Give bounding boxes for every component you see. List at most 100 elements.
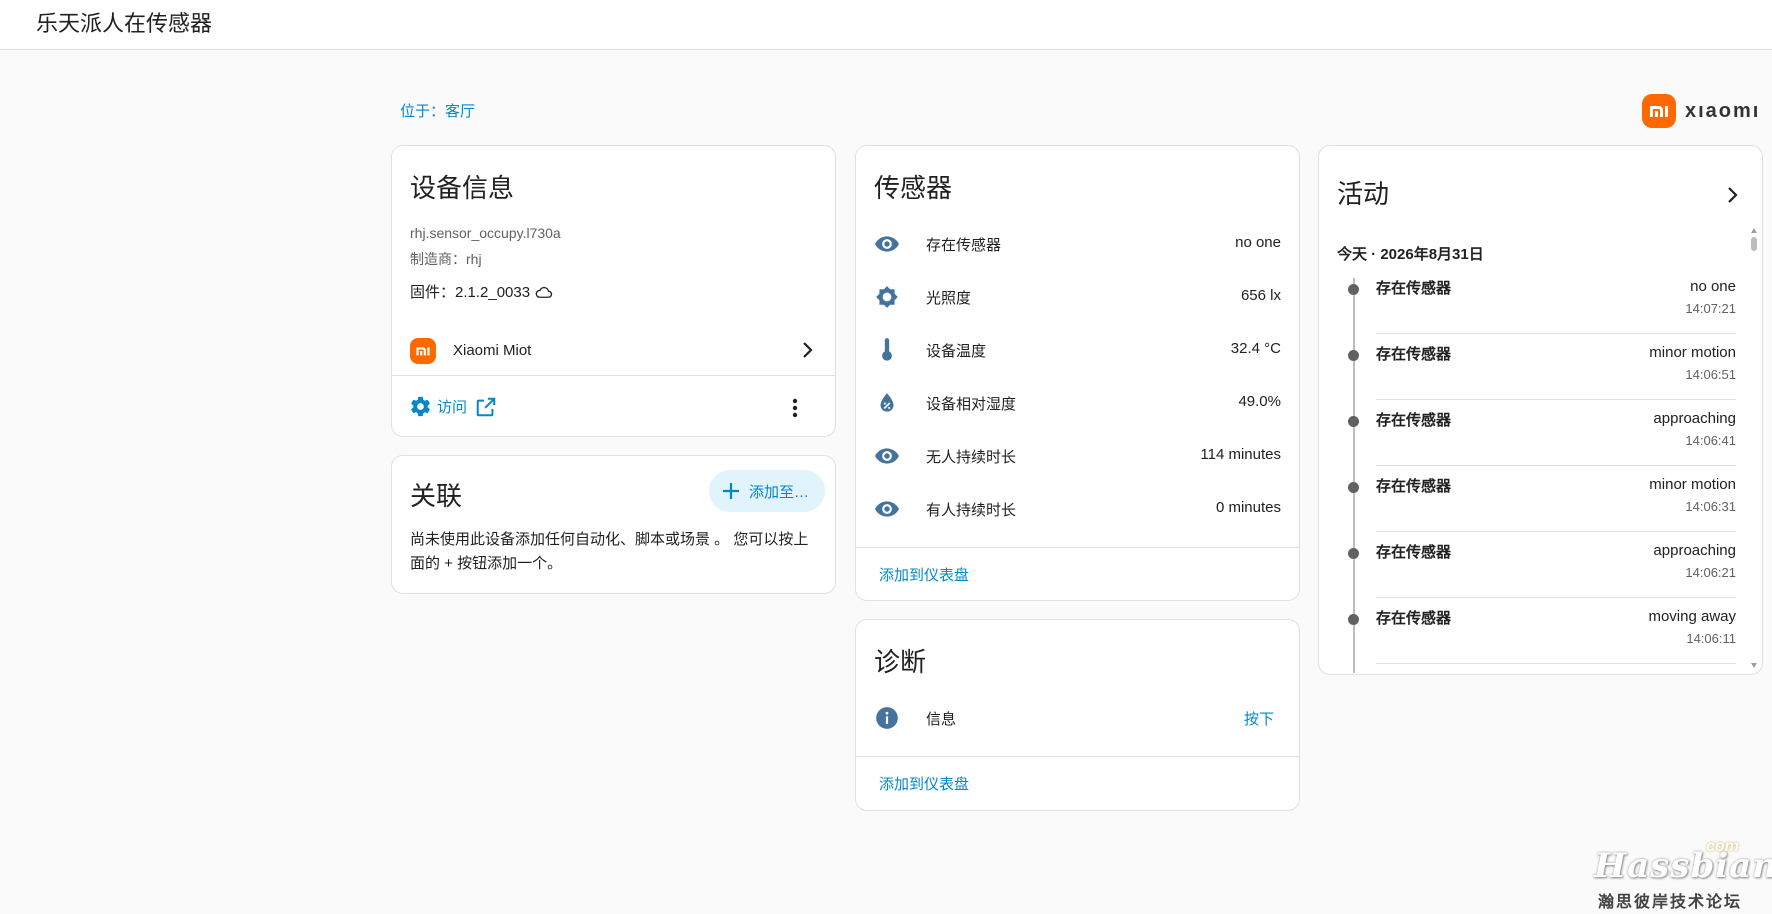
event-name: 存在传感器 [1376,412,1452,429]
event-name: 存在传感器 [1376,478,1452,495]
activity-date: 今天 · 2026年8月31日 [1337,246,1484,263]
event-time: 14:07:21 [1685,301,1736,316]
sensors-card: 传感器 存在传感器 no one 光照度 656 lx 设备温度 32.4 °C… [855,145,1300,601]
eye-icon [874,496,900,522]
info-icon [874,705,900,731]
xiaomi-mi-icon [1642,94,1676,128]
more-options-button[interactable] [783,396,807,420]
scroll-down-arrow[interactable] [1751,663,1757,668]
add-to-label: 添加至… [749,483,810,501]
activity-scrollbar[interactable] [1750,228,1758,668]
integration-row[interactable]: Xiaomi Miot [392,326,835,376]
firmware-row: 固件：2.1.2_0033 [410,281,553,302]
event-state: approaching [1653,410,1736,427]
device-model: rhj.sensor_occupy.l730a [410,225,561,241]
sensor-name: 光照度 [926,290,972,307]
scroll-up-arrow[interactable] [1751,228,1757,233]
event-time: 14:06:31 [1685,499,1736,514]
dots-vertical-icon [792,398,798,418]
event-state: minor motion [1649,476,1736,493]
related-description: 尚未使用此设备添加任何自动化、脚本或场景 。 您可以按上面的 + 按钮添加一个。 [410,531,809,572]
brand-logo: xıaomı [1642,94,1760,128]
timeline-dot [1348,350,1359,361]
add-to-dashboard-link[interactable]: 添加到仪表盘 [879,773,969,794]
sensor-value: no one [1235,234,1281,251]
timeline-dot [1348,284,1359,295]
card-divider [856,756,1299,757]
related-title: 关联 [410,481,463,511]
xiaomi-wordmark: xıaomı [1685,99,1761,122]
diagnostic-name: 信息 [926,711,957,728]
watermark-subtitle: 瀚思彼岸技术论坛 [1598,894,1743,911]
sensor-row[interactable]: 无人持续时长 114 minutes [856,435,1299,475]
watermark-suffix: com [1706,838,1739,855]
sensor-row[interactable]: 存在传感器 no one [856,223,1299,263]
visit-link[interactable]: 访问 [409,395,497,418]
sensor-value: 0 minutes [1215,499,1281,516]
sensor-row[interactable]: 有人持续时长 0 minutes [856,488,1299,528]
plus-icon [723,483,739,499]
diagnostics-title: 诊断 [874,647,927,677]
event-name: 存在传感器 [1376,544,1452,561]
sensors-title: 传感器 [874,173,953,203]
event-time: 14:06:41 [1685,433,1736,448]
chevron-right-icon[interactable] [1726,186,1738,204]
sensor-row[interactable]: 设备温度 32.4 °C [856,329,1299,369]
timeline-event[interactable]: 存在传感器 moving away 14:06:11 [1319,598,1762,664]
event-state: no one [1690,278,1736,295]
device-info-title: 设备信息 [410,173,515,203]
event-time: 14:06:21 [1685,565,1736,580]
diagnostic-row: 信息 按下 [856,697,1299,737]
card-divider [856,547,1299,548]
watermark-logo: Hassbian [1594,846,1772,886]
brightness-icon [874,284,900,310]
eye-icon [874,443,900,469]
sensor-name: 设备相对湿度 [926,396,1017,413]
event-time: 14:06:51 [1685,367,1736,382]
water-percent-icon [874,390,900,416]
thermometer-icon [874,337,900,363]
timeline-dot [1348,416,1359,427]
activity-card: 活动 今天 · 2026年8月31日 存在传感器 no one 14:07:21… [1318,145,1763,675]
sensor-name: 无人持续时长 [926,449,1017,466]
related-card: 关联 添加至… 尚未使用此设备添加任何自动化、脚本或场景 。 您可以按上面的 +… [391,455,836,594]
cloud-icon [535,285,553,299]
sensor-name: 存在传感器 [926,237,1002,254]
event-name: 存在传感器 [1376,280,1452,297]
press-button[interactable]: 按下 [1244,708,1274,729]
sensor-name: 设备温度 [926,343,987,360]
timeline-event[interactable]: 存在传感器 approaching 14:06:21 [1319,532,1762,598]
timeline-dot [1348,548,1359,559]
sensor-row[interactable]: 设备相对湿度 49.0% [856,382,1299,422]
chevron-right-icon [801,341,813,364]
integration-name: Xiaomi Miot [453,342,532,359]
gear-icon [409,395,432,418]
open-in-new-icon [475,396,497,418]
card-divider [392,375,835,376]
event-state: moving away [1648,608,1736,625]
diagnostics-card: 诊断 信息 按下 添加到仪表盘 [855,619,1300,811]
device-firmware: 固件：2.1.2_0033 [410,284,531,301]
timeline-event[interactable]: 存在传感器 approaching 14:06:41 [1319,400,1762,466]
event-name: 存在传感器 [1376,610,1452,627]
scrollbar-thumb[interactable] [1751,237,1757,251]
add-to-button[interactable]: 添加至… [709,470,825,512]
timeline-event[interactable]: 存在传感器 minor motion 14:06:51 [1319,334,1762,400]
page-title: 乐天派人在传感器 [36,11,213,36]
timeline-dot [1348,482,1359,493]
area-link[interactable]: 位于：客厅 [400,100,475,121]
event-divider [1376,663,1736,664]
eye-icon [874,231,900,257]
sensor-value: 49.0% [1238,393,1281,410]
activity-title[interactable]: 活动 [1337,174,1389,211]
event-name: 存在传感器 [1376,346,1452,363]
timeline-event[interactable]: 存在传感器 no one 14:07:21 [1319,268,1762,334]
timeline-dot [1348,614,1359,625]
timeline-event[interactable]: 存在传感器 minor motion 14:06:31 [1319,466,1762,532]
add-to-dashboard-link[interactable]: 添加到仪表盘 [879,564,969,585]
device-info-card: 设备信息 rhj.sensor_occupy.l730a 制造商：rhj 固件：… [391,145,836,437]
sensor-value: 656 lx [1240,287,1281,304]
sensor-row[interactable]: 光照度 656 lx [856,276,1299,316]
watermark: Hassbian com 瀚思彼岸技术论坛 [1594,838,1772,911]
event-state: approaching [1653,542,1736,559]
